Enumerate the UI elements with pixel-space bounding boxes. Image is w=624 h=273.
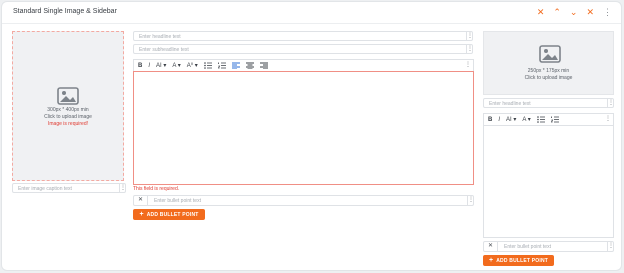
sidebar-bullet-options-icon[interactable]: ⋮ — [607, 242, 614, 251]
sidebar-bold-button[interactable]: B — [488, 115, 492, 125]
sidebar-remove-bullet-icon[interactable]: ✕ — [484, 242, 498, 251]
align-right-icon[interactable] — [259, 62, 268, 69]
plus-icon: + — [139, 211, 144, 218]
chevron-up-icon[interactable]: ⌃ — [553, 7, 561, 17]
bulleted-list-icon[interactable] — [204, 62, 212, 69]
editor-toolbar: B I AI ▾ A ▾ A⁰ ▾ ⋮ — [133, 59, 474, 71]
sidebar-add-bullet-point-button[interactable]: + ADD BULLET POINT — [483, 255, 554, 266]
module-actions: ✕ ⌃ ⌄ ✕ ⋮ — [537, 7, 612, 17]
numbered-list-icon[interactable] — [217, 62, 226, 69]
more-options-icon[interactable]: ⋮ — [603, 7, 612, 17]
subheadline-placeholder: Enter subheadline text — [139, 47, 189, 53]
module-header: Standard Single Image & Sidebar ✕ ⌃ ⌄ ✕ … — [2, 2, 621, 24]
italic-button[interactable]: I — [148, 61, 150, 71]
sidebar-font-color-dropdown[interactable]: A ▾ — [522, 115, 530, 125]
text-style-dropdown[interactable]: A⁰ ▾ — [187, 61, 198, 71]
remove-icon[interactable]: ✕ — [586, 7, 594, 17]
sidebar-italic-button[interactable]: I — [498, 115, 500, 125]
remove-bullet-icon[interactable]: ✕ — [134, 196, 148, 205]
caption-options-icon[interactable]: ⋮ — [119, 184, 126, 192]
sidebar-headline-options-icon[interactable]: ⋮ — [607, 99, 614, 107]
sidebar-headline-input[interactable]: Enter headline text ⋮ — [483, 98, 614, 108]
plus-icon: + — [488, 257, 494, 264]
editor-options-icon[interactable]: ⋮ — [465, 61, 471, 68]
sidebar-editor-toolbar: B I AI ▾ A ▾ ⋮ — [483, 113, 614, 125]
subheadline-options-icon[interactable]: ⋮ — [466, 45, 473, 53]
main-image-error: Image is required! — [47, 121, 89, 127]
bold-button[interactable]: B — [138, 61, 142, 71]
main-image-size-hint: 300px * 400px min — [47, 107, 89, 113]
module-title: Standard Single Image & Sidebar — [13, 8, 117, 15]
image-icon — [57, 87, 79, 105]
image-caption-input[interactable]: Enter image caption text ⋮ — [12, 183, 126, 193]
bullet-point-row: ✕ Enter bullet point text ⋮ — [133, 195, 474, 206]
sidebar-text-editor[interactable] — [483, 125, 614, 238]
sidebar-editor-options-icon[interactable]: ⋮ — [605, 115, 611, 122]
align-center-icon[interactable] — [245, 62, 254, 69]
font-color-dropdown[interactable]: A ▾ — [172, 61, 180, 71]
image-icon — [539, 45, 561, 63]
align-left-icon[interactable] — [231, 62, 240, 69]
sidebar-headline-placeholder: Enter headline text — [489, 101, 531, 107]
headline-options-icon[interactable]: ⋮ — [466, 32, 473, 40]
add-bullet-label: ADD BULLET POINT — [146, 211, 199, 218]
module-card: Standard Single Image & Sidebar ✕ ⌃ ⌄ ✕ … — [1, 1, 622, 271]
main-image-upload-text: Click to upload image — [44, 114, 92, 120]
sidebar-font-size-dropdown[interactable]: AI ▾ — [506, 115, 516, 125]
bullet-point-placeholder[interactable]: Enter bullet point text — [154, 198, 201, 204]
main-image-uploader[interactable]: 300px * 400px min Click to upload image … — [12, 31, 124, 181]
sidebar-numbered-list-icon[interactable] — [550, 116, 559, 123]
font-size-dropdown[interactable]: AI ▾ — [156, 61, 166, 71]
sidebar-add-bullet-label: ADD BULLET POINT — [496, 257, 549, 264]
close-icon[interactable]: ✕ — [537, 7, 545, 17]
body-text-editor[interactable] — [133, 71, 474, 185]
editor-error-text: This field is required. — [133, 186, 180, 192]
sidebar-image-uploader[interactable]: 250px * 175px min Click to upload image — [483, 31, 614, 95]
sidebar-bullet-placeholder[interactable]: Enter bullet point text — [504, 244, 551, 250]
headline-input[interactable]: Enter headline text ⋮ — [133, 31, 473, 41]
sidebar-image-upload-text: Click to upload image — [524, 75, 573, 81]
sidebar-bulleted-list-icon[interactable] — [536, 116, 545, 123]
sidebar-bullet-point-row: ✕ Enter bullet point text ⋮ — [483, 241, 614, 252]
subheadline-input[interactable]: Enter subheadline text ⋮ — [133, 44, 473, 54]
headline-placeholder: Enter headline text — [139, 34, 181, 40]
sidebar-image-size-hint: 250px * 175px min — [527, 68, 570, 74]
bullet-options-icon[interactable]: ⋮ — [467, 196, 474, 205]
chevron-down-icon[interactable]: ⌄ — [570, 7, 578, 17]
add-bullet-point-button[interactable]: + ADD BULLET POINT — [133, 209, 205, 220]
image-caption-placeholder: Enter image caption text — [18, 186, 72, 192]
